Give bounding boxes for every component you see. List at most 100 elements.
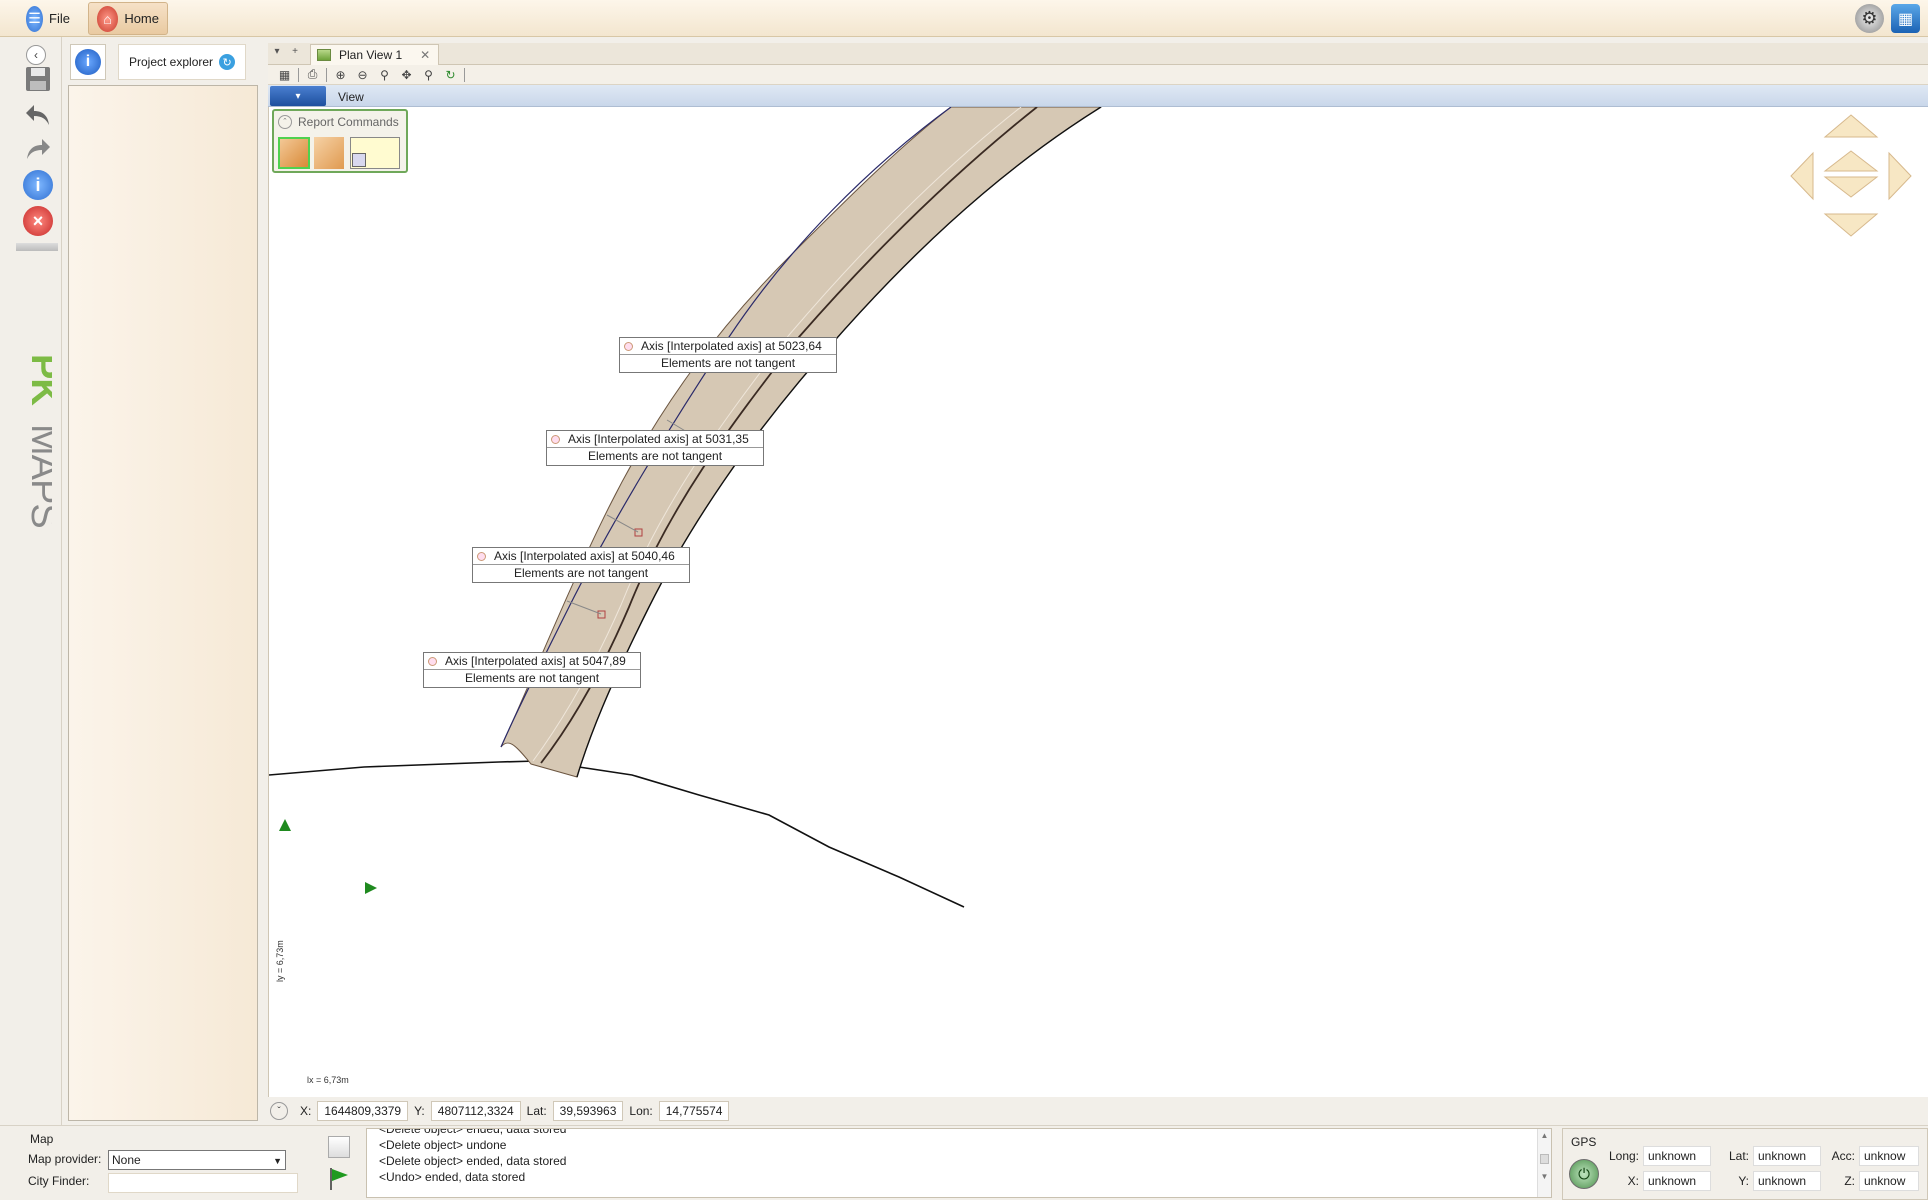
redo-button[interactable] (17, 131, 59, 167)
close-tab-icon[interactable]: ✕ (420, 48, 430, 62)
report-clear-icon (352, 153, 366, 167)
city-finder-input[interactable] (108, 1173, 298, 1193)
map-drawing[interactable] (269, 107, 1928, 1097)
chevron-down-icon[interactable]: ˇ (270, 1102, 288, 1120)
ribbon-menu-button[interactable]: ▾ (270, 86, 326, 106)
pkmaps-logo: PK MAPS (23, 354, 52, 528)
map-provider-label: Map provider: (28, 1152, 102, 1166)
callout-title: Axis [Interpolated axis] at 5047,89 (445, 654, 626, 668)
regenerate-icon[interactable]: ↻ (442, 66, 459, 83)
map-layer-icon[interactable]: ▦ (276, 66, 293, 83)
redo-icon (27, 139, 50, 159)
gps-long-label: Long: (1608, 1149, 1639, 1163)
scale-x-label: lx = 6,73m (307, 1075, 349, 1085)
dropdown-arrow-icon: ▼ (273, 1156, 282, 1166)
zoom-in-icon[interactable]: ⊕ (332, 66, 349, 83)
zoom-window-icon[interactable]: ⚲ (376, 66, 393, 83)
warning-icon (477, 551, 486, 561)
x-coord-label: X: (300, 1104, 312, 1118)
gps-title: GPS (1571, 1135, 1597, 1149)
explorer-info-button[interactable]: i (70, 44, 106, 80)
project-explorer-label: Project explorer (129, 55, 214, 69)
cancel-button[interactable]: × (17, 203, 59, 239)
home-tab-button[interactable]: ⌂ Home (88, 2, 168, 35)
map-provider-value: None (112, 1153, 141, 1167)
tab-project-explorer[interactable]: Project explorer ↻ (118, 44, 247, 80)
svg-text:MAPS: MAPS (23, 424, 52, 528)
log-line: <Delete object> undone (379, 1138, 507, 1152)
toolbar-divider (16, 243, 58, 251)
zoom-in-arrow-icon[interactable] (1823, 150, 1879, 172)
home-tab-label: Home (124, 11, 159, 26)
print-icon[interactable]: ⎙ (304, 66, 321, 83)
lon-value: 14,775574 (658, 1101, 730, 1121)
flag-icon[interactable] (328, 1166, 350, 1192)
log-document-icon[interactable] (328, 1136, 350, 1158)
report-commands-panel: ˆ Report Commands (272, 109, 408, 173)
settings-gear-icon[interactable]: ⚙ (1855, 4, 1884, 33)
plan-view-canvas[interactable]: ˆ Report Commands Axis [Interpolated axi… (268, 107, 1928, 1097)
scale-y-label: ly = 6,73m (275, 940, 285, 982)
tab-list-dropdown-icon[interactable]: ▾ (270, 46, 284, 62)
info-button[interactable]: i (17, 167, 59, 203)
project-tree-panel[interactable] (68, 85, 258, 1121)
title-bar: ☰ File ⌂ Home ⚙ ▦ (0, 0, 1928, 37)
pan-left-icon[interactable] (1790, 151, 1814, 201)
callout-title: Axis [Interpolated axis] at 5023,64 (641, 339, 822, 353)
gps-lat-label: Lat: (1728, 1149, 1749, 1163)
terrain-polyline[interactable] (269, 760, 965, 908)
error-callout[interactable]: Axis [Interpolated axis] at 5031,35 Elem… (546, 430, 764, 466)
pan-down-icon[interactable] (1823, 213, 1879, 237)
callout-message: Elements are not tangent (513, 566, 649, 580)
save-button[interactable] (17, 61, 59, 97)
tab-plan-view[interactable]: Plan View 1 ✕ (310, 44, 440, 65)
chevron-up-icon: ˆ (278, 115, 292, 129)
callout-message: Elements are not tangent (660, 356, 796, 370)
zoom-out-icon[interactable]: ⊖ (354, 66, 371, 83)
gps-lat-value: unknown (1753, 1146, 1821, 1166)
coordinate-bar: ˇ X: 1644809,3379 Y: 4807112,3324 Lat: 3… (268, 1097, 1928, 1125)
pan-up-icon[interactable] (1823, 114, 1879, 138)
error-callout[interactable]: Axis [Interpolated axis] at 5023,64 Elem… (619, 337, 837, 373)
lon-label: Lon: (629, 1104, 653, 1118)
pan-icon[interactable]: ✥ (398, 66, 415, 83)
callout-message: Elements are not tangent (587, 449, 723, 463)
view-toolbar: ▦ ⎙ ⊕ ⊖ ⚲ ✥ ⚲ ↻ (268, 65, 1928, 85)
zoom-out-arrow-icon[interactable] (1823, 176, 1879, 198)
document-tab-strip: ▾ + Plan View 1 ✕ (268, 43, 1928, 65)
x-axis-arrow-icon (365, 882, 377, 894)
callout-message: Elements are not tangent (464, 671, 600, 685)
report-commands-header[interactable]: ˆ Report Commands (278, 115, 399, 129)
map-settings: Map Map provider: None ▼ City Finder: (28, 1132, 298, 1198)
command-log[interactable]: <Delete object> ended, data stored <Dele… (366, 1128, 1552, 1198)
city-finder-label: City Finder: (28, 1174, 90, 1188)
refresh-icon[interactable]: ↻ (219, 54, 236, 70)
gps-acc-label: Acc: (1831, 1149, 1855, 1163)
warning-icon (428, 656, 437, 666)
toolbar-separator (298, 67, 299, 82)
ribbon-tab-view[interactable]: View (338, 90, 364, 104)
y-coord-value: 4807112,3324 (430, 1101, 521, 1121)
zoom-previous-icon[interactable]: ⚲ (420, 66, 437, 83)
report-clear-button[interactable] (350, 137, 400, 169)
gps-y-label: Y: (1738, 1174, 1749, 1188)
log-scrollbar[interactable]: ▲ ▼ (1537, 1129, 1551, 1197)
error-callout[interactable]: Axis [Interpolated axis] at 5047,89 Elem… (423, 652, 641, 688)
map-provider-select[interactable]: None ▼ (108, 1150, 286, 1170)
log-line: <Delete object> ended, data stored (379, 1154, 567, 1168)
new-tab-icon[interactable]: + (288, 46, 302, 62)
y-axis-arrow-icon (279, 819, 291, 831)
power-icon[interactable]: ⏻ (1569, 1159, 1599, 1189)
report-partial-button[interactable] (314, 137, 344, 169)
report-commands-title: Report Commands (298, 115, 399, 129)
undo-button[interactable] (17, 97, 59, 133)
pan-right-icon[interactable] (1888, 151, 1912, 201)
toolbar-separator (464, 67, 465, 82)
save-icon (26, 67, 50, 91)
report-full-button[interactable] (278, 137, 310, 169)
window-layout-icon[interactable]: ▦ (1891, 4, 1920, 33)
info-icon: i (23, 170, 53, 200)
y-coord-label: Y: (414, 1104, 425, 1118)
error-callout[interactable]: Axis [Interpolated axis] at 5040,46 Elem… (472, 547, 690, 583)
file-menu-button[interactable]: ☰ File (18, 2, 78, 35)
